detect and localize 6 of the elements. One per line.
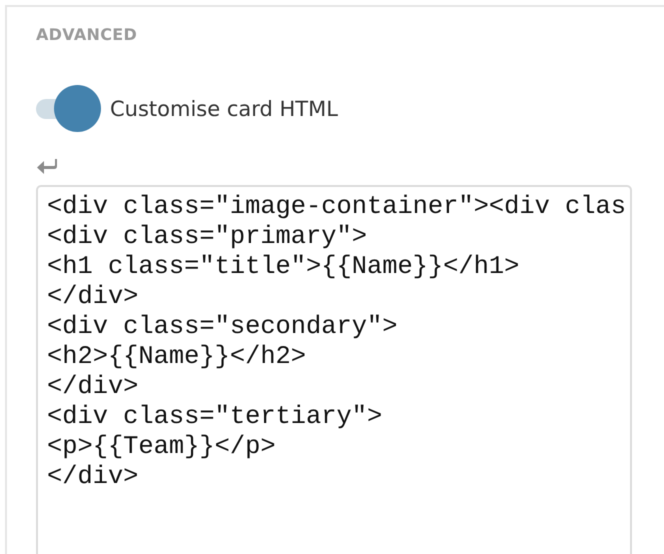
code-editor[interactable]: <div class="image-container"><div clas <div class="primary"> <h1 class="title">{{Name}}</h1> </div> <div class="secondary"> <h2>{{Name}}</h2> </div> <div class="tertiary"> <p>{{Team}}</p> </div> xyxy=(36,185,632,554)
section-heading: ADVANCED xyxy=(36,25,138,45)
undo-icon[interactable] xyxy=(36,157,60,177)
toggle-switch[interactable] xyxy=(36,85,102,133)
code-text: <div class="image-container"><div clas <div class="primary"> <h1 class="title">{{Name}}</h1> </div> <div class="secondary"> <h2>{{Name}}</h2> </div> <div class="tertiary"> <p>{{Team}}</p> </div> xyxy=(47,192,628,492)
toggle-label: Customise card HTML xyxy=(110,97,338,121)
